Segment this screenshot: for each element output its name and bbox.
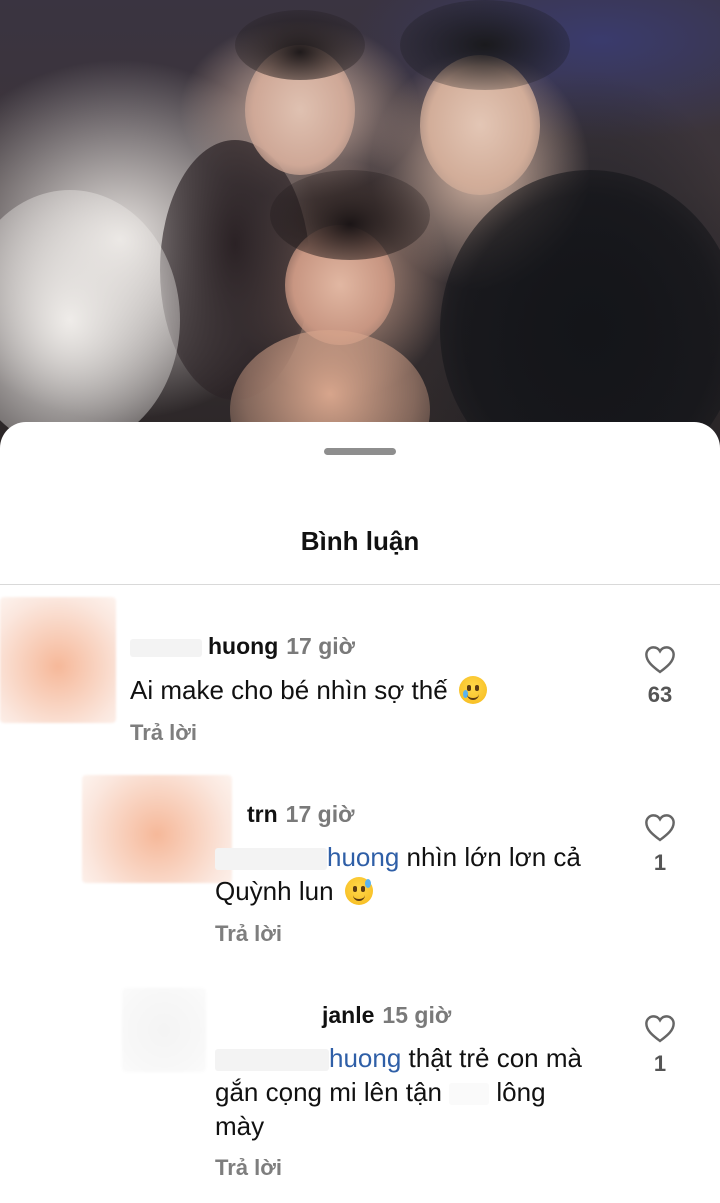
photo-sofa-left: [0, 190, 180, 450]
post-photo: [0, 0, 720, 470]
comment-text-content: Ai make cho bé nhìn sợ thế: [130, 675, 448, 705]
reply-button[interactable]: Trả lời: [130, 720, 197, 746]
photo-hair-left: [235, 10, 365, 80]
comment-text-content: Quỳnh lun: [215, 876, 334, 906]
comment-text-content: lông: [496, 1077, 546, 1107]
reply-button[interactable]: Trả lời: [215, 1155, 282, 1181]
username[interactable]: trn: [247, 801, 278, 827]
sheet-drag-handle[interactable]: [324, 448, 396, 455]
comment-meta: huong 17 giờ: [130, 633, 355, 660]
mention-link[interactable]: huong: [327, 842, 399, 872]
comment-text: Ai make cho bé nhìn sợ thế: [130, 673, 600, 707]
redacted-word: [449, 1083, 490, 1106]
heart-outline-icon: [645, 1015, 675, 1043]
comment-line: Quỳnh lun: [215, 874, 625, 908]
comment-line: gắn cọng mi lên tận lông: [215, 1075, 625, 1109]
like-count: 1: [653, 1051, 667, 1076]
like-button[interactable]: 1: [636, 812, 684, 876]
avatar[interactable]: [122, 988, 206, 1072]
photo-hair-right: [400, 0, 570, 90]
sheet-title: Bình luận: [300, 526, 420, 556]
redacted-name: [130, 638, 202, 657]
like-count: 63: [647, 682, 673, 707]
like-button[interactable]: 63: [636, 644, 684, 708]
redacted-mention-prefix: [215, 848, 327, 871]
comment-meta: trn 17 giờ: [247, 801, 354, 828]
sweat-smile-emoji: [344, 877, 373, 905]
divider: [0, 584, 720, 585]
comment-text-content: nhìn lớn lơn cả: [399, 842, 581, 872]
comment-text-content: mày: [215, 1111, 265, 1141]
like-count: 1: [653, 850, 667, 875]
timestamp: 15 giờ: [382, 1002, 452, 1028]
username[interactable]: janle: [322, 1002, 374, 1028]
redacted-mention-prefix: [215, 1049, 329, 1072]
comment-meta: janle 15 giờ: [322, 1002, 451, 1029]
comment-line: huong nhìn lớn lơn cả: [215, 840, 625, 874]
crying-face-emoji: [458, 676, 487, 704]
avatar[interactable]: [82, 775, 232, 883]
comment-text: huong thật trẻ con mà gắn cọng mi lên tậ…: [215, 1041, 625, 1143]
comment-text-content: thật trẻ con mà: [401, 1043, 582, 1073]
username[interactable]: huong: [208, 633, 278, 659]
heart-outline-icon: [645, 814, 675, 842]
avatar[interactable]: [0, 597, 116, 723]
comment-line: mày: [215, 1109, 625, 1143]
comment-text-content: gắn cọng mi lên tận: [215, 1077, 442, 1107]
comment-text: huong nhìn lớn lơn cả Quỳnh lun: [215, 840, 625, 908]
heart-outline-icon: [645, 646, 675, 674]
timestamp: 17 giờ: [285, 801, 355, 827]
timestamp: 17 giờ: [286, 633, 356, 659]
comment-line: huong thật trẻ con mà: [215, 1041, 625, 1075]
like-button[interactable]: 1: [636, 1013, 684, 1077]
reply-button[interactable]: Trả lời: [215, 921, 282, 947]
mention-link[interactable]: huong: [329, 1043, 401, 1073]
photo-hair-child: [270, 170, 430, 260]
